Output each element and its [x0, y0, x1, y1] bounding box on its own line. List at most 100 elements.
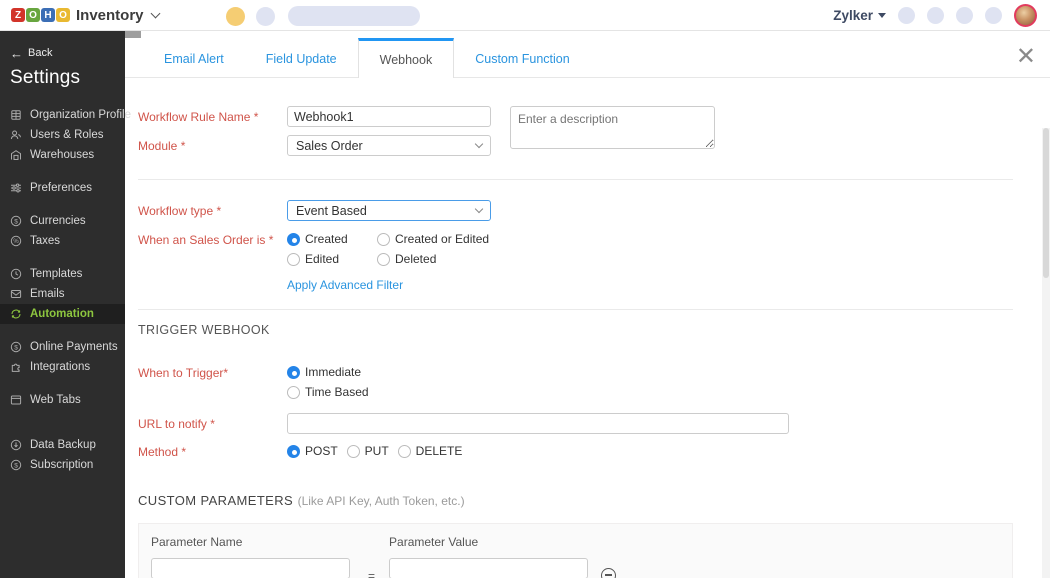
topbar-icon-placeholder-3[interactable]: [956, 6, 973, 24]
row-when-to-trigger: When to Trigger* Immediate Time Based: [138, 362, 1042, 399]
logo-letter-h: H: [41, 8, 55, 22]
sidebar-item-integrations[interactable]: Integrations: [0, 357, 125, 377]
radio-icon: [287, 232, 300, 246]
topbar-placeholder-circle[interactable]: [256, 7, 275, 26]
radio-created[interactable]: Created: [287, 232, 377, 246]
topbar-right-cluster: Zylker: [833, 3, 1050, 27]
zoho-inventory-logo[interactable]: Z O H O Inventory: [11, 7, 160, 24]
radio-post[interactable]: POST: [287, 444, 338, 458]
sidebar-item-label: Automation: [30, 308, 94, 320]
sidebar-item-web-tabs[interactable]: Web Tabs: [0, 390, 125, 410]
sidebar-item-label: Data Backup: [30, 439, 96, 451]
workflow-type-label: Workflow type *: [138, 204, 222, 218]
custom-parameters-heading: CUSTOM PARAMETERS: [138, 493, 294, 508]
close-icon[interactable]: ✕: [1016, 42, 1036, 72]
radio-edited[interactable]: Edited: [287, 252, 377, 266]
browser-icon: [10, 395, 22, 405]
sidebar-item-templates[interactable]: Templates: [0, 264, 125, 284]
users-icon: [10, 130, 21, 140]
refresh-icon: [11, 309, 21, 319]
workflow-rule-name-label: Workflow Rule Name *: [138, 110, 259, 124]
module-select[interactable]: Sales Order: [287, 135, 491, 156]
building-icon: [11, 110, 21, 120]
tab-custom-function[interactable]: Custom Function: [454, 38, 590, 77]
back-arrow-icon: ←: [10, 45, 23, 61]
module-select-value: Sales Order: [296, 138, 363, 153]
sidebar-item-label: Taxes: [30, 235, 61, 247]
sidebar-item-subscription[interactable]: $ Subscription: [0, 455, 125, 475]
custom-parameters-heading-row: CUSTOM PARAMETERS (Like API Key, Auth To…: [138, 492, 1042, 510]
url-to-notify-input[interactable]: [287, 413, 789, 434]
org-dropdown[interactable]: Zylker: [833, 8, 886, 23]
back-button[interactable]: ← Back: [10, 45, 125, 61]
scrollbar[interactable]: [1042, 128, 1050, 578]
sidebar-item-label: Online Payments: [30, 341, 118, 353]
parameter-value-label: Parameter Value: [389, 535, 479, 549]
logo-letter-o2: O: [56, 8, 70, 22]
sidebar-item-users-roles[interactable]: Users & Roles: [0, 125, 125, 145]
sidebar-item-automation[interactable]: Automation: [0, 304, 125, 324]
radio-label: Immediate: [305, 365, 362, 379]
radio-label: POST: [305, 444, 338, 458]
tab-webhook[interactable]: Webhook: [357, 38, 455, 78]
radio-delete[interactable]: DELETE: [397, 444, 462, 458]
tab-field-update[interactable]: Field Update: [245, 38, 358, 77]
radio-icon: [377, 252, 390, 266]
radio-label: Deleted: [395, 252, 437, 266]
parameter-value-input[interactable]: [389, 558, 589, 578]
row-workflow-type: Workflow type * Event Based: [138, 200, 1042, 221]
topbar-icon-placeholder-1[interactable]: [898, 6, 915, 24]
apply-advanced-filter-link[interactable]: Apply Advanced Filter: [287, 278, 403, 292]
sidebar-item-organization-profile[interactable]: Organization Profile: [0, 105, 131, 125]
svg-text:$: $: [14, 462, 18, 469]
user-avatar[interactable]: [1014, 3, 1037, 27]
tab-email-alert[interactable]: Email Alert: [143, 38, 245, 77]
custom-parameters-panel: Parameter Name = Parameter Value +Add Cu…: [138, 523, 1013, 578]
sidebar-item-taxes[interactable]: % Taxes: [0, 231, 125, 251]
sidebar-item-emails[interactable]: Emails: [0, 284, 125, 304]
radio-deleted[interactable]: Deleted: [377, 252, 489, 266]
sidebar-item-label: Preferences: [30, 182, 93, 194]
parameter-name-input[interactable]: [151, 558, 350, 578]
topbar-icon-placeholder-4[interactable]: [985, 6, 1002, 24]
scrollbar-thumb[interactable]: [1043, 128, 1049, 278]
radio-label: Time Based: [305, 385, 369, 399]
sliders-icon: [11, 183, 21, 193]
radio-created-or-edited[interactable]: Created or Edited: [377, 232, 489, 246]
sidebar-item-label: Users & Roles: [30, 129, 104, 141]
topbar-placeholder-circle-yellow[interactable]: [226, 7, 245, 26]
sidebar-item-online-payments[interactable]: $ Online Payments: [0, 337, 125, 357]
custom-parameters-subtitle: (Like API Key, Auth Token, etc.): [297, 494, 465, 508]
settings-sidebar: ← Back Settings Organization Profile Use…: [0, 31, 131, 578]
caret-down-icon: [878, 12, 886, 18]
description-textarea[interactable]: [510, 106, 715, 149]
envelope-icon: [10, 290, 22, 298]
radio-icon: [287, 252, 300, 266]
radio-put[interactable]: PUT: [346, 444, 389, 458]
svg-text:$: $: [14, 344, 18, 351]
sidebar-item-label: Web Tabs: [30, 394, 81, 406]
row-workflow-rule-name: Workflow Rule Name *: [138, 106, 1042, 149]
workflow-type-select[interactable]: Event Based: [287, 200, 491, 221]
when-to-trigger-label: When to Trigger*: [138, 366, 229, 380]
percent-circle-icon: %: [10, 235, 22, 247]
topbar-icon-placeholder-2[interactable]: [927, 6, 944, 24]
radio-immediate[interactable]: Immediate: [287, 365, 369, 379]
sidebar-item-currencies[interactable]: $ Currencies: [0, 211, 125, 231]
topbar-placeholder-pill[interactable]: [288, 6, 420, 26]
download-circle-icon: [10, 439, 22, 451]
sidebar-item-preferences[interactable]: Preferences: [0, 178, 125, 198]
sidebar-top-nub: [125, 31, 141, 38]
sidebar-item-warehouses[interactable]: Warehouses: [0, 145, 125, 165]
workflow-rule-name-input[interactable]: [287, 106, 491, 127]
dollar-circle-icon: $: [10, 215, 22, 227]
method-label: Method *: [138, 445, 187, 459]
radio-label: Created or Edited: [395, 232, 490, 246]
parameter-name-label: Parameter Name: [151, 535, 243, 549]
radio-label: Edited: [305, 252, 340, 266]
remove-parameter-icon[interactable]: [601, 568, 617, 578]
webhook-form: Workflow Rule Name * Module * Sales Orde…: [125, 78, 1042, 578]
sidebar-item-data-backup[interactable]: Data Backup: [0, 435, 125, 455]
radio-time-based[interactable]: Time Based: [287, 385, 369, 399]
warehouse-icon: [11, 150, 21, 160]
